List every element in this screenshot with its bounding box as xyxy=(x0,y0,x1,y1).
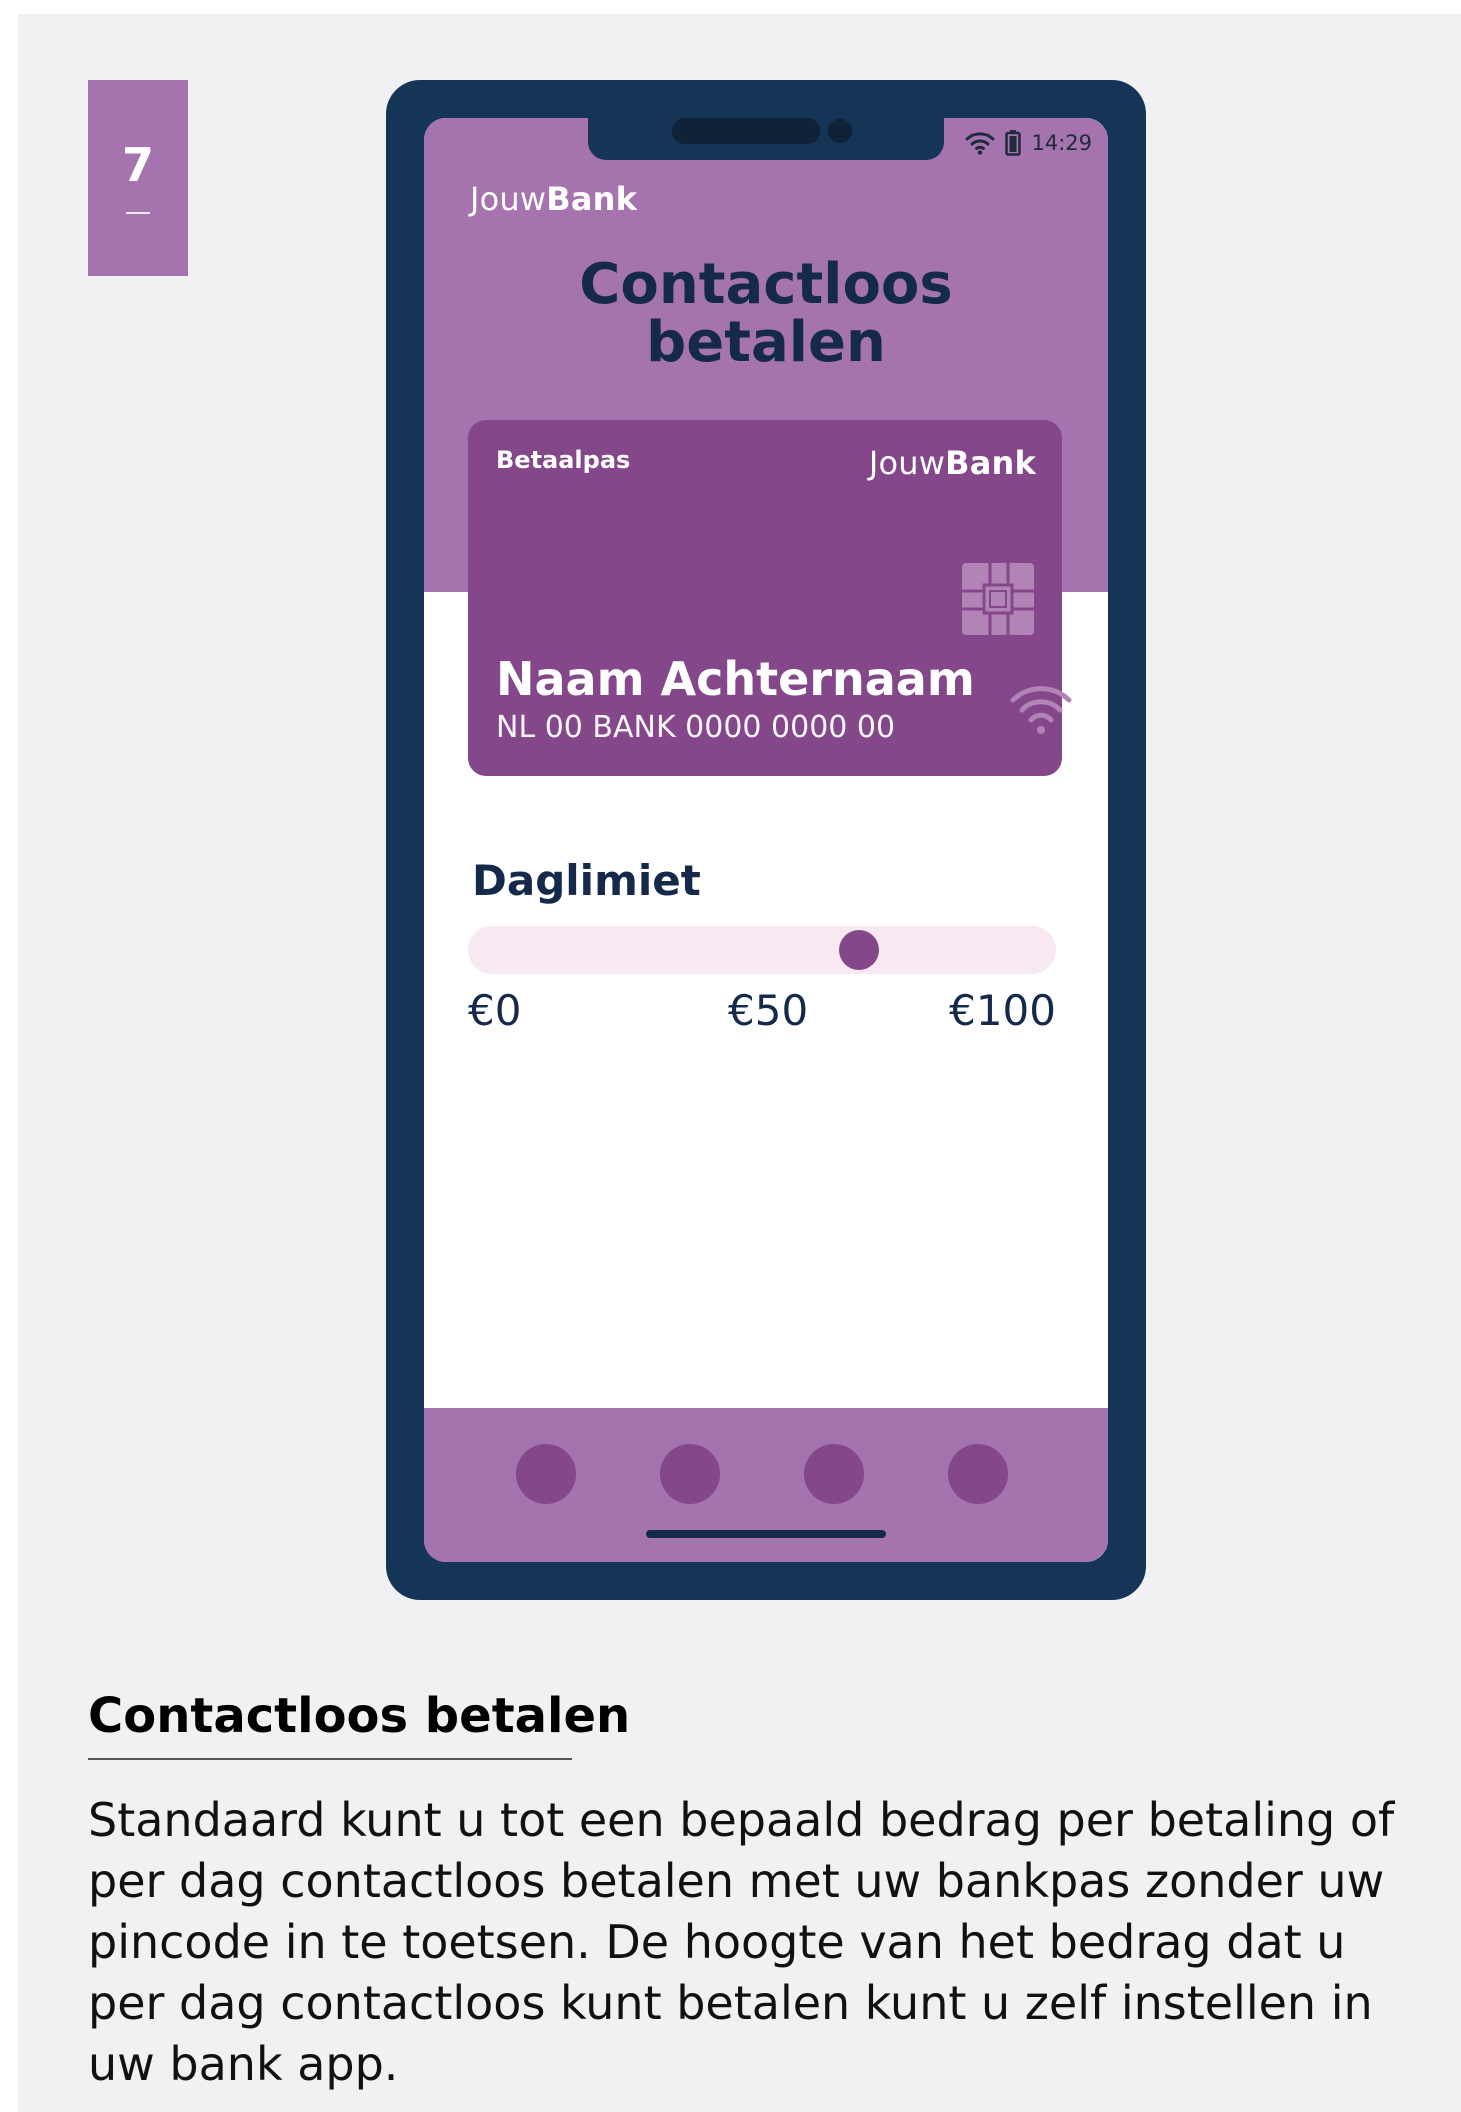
screen-title: Contactloos betalen xyxy=(424,256,1108,372)
speaker-grille xyxy=(672,118,820,144)
page-panel: 7 14:29 JouwBank Contactloos betalen Bet… xyxy=(18,14,1461,2112)
nav-button-3[interactable] xyxy=(804,1444,864,1504)
daily-limit-slider[interactable] xyxy=(468,926,1056,974)
bottom-navigation xyxy=(424,1408,1108,1562)
status-bar: 14:29 xyxy=(965,130,1092,156)
wifi-icon xyxy=(965,132,995,155)
daily-limit-label: Daglimiet xyxy=(472,856,701,905)
screen-title-line1: Contactloos xyxy=(579,252,953,317)
app-brand-logo: JouwBank xyxy=(470,180,637,218)
card-holder-name: Naam Achternaam xyxy=(496,652,975,706)
card-iban: NL 00 BANK 0000 0000 00 xyxy=(496,710,896,745)
phone-screen: 14:29 JouwBank Contactloos betalen Betaa… xyxy=(424,118,1108,1562)
battery-icon xyxy=(1005,130,1022,156)
card-chip-icon xyxy=(962,563,1034,635)
contactless-icon xyxy=(1010,686,1072,734)
nav-button-4[interactable] xyxy=(948,1444,1008,1504)
card-brand-part-jouw: Jouw xyxy=(868,444,946,482)
card-brand-part-bank: Bank xyxy=(945,444,1036,482)
caption-divider xyxy=(88,1758,572,1760)
brand-part-bank: Bank xyxy=(546,180,638,218)
slider-max-label: €100 xyxy=(949,986,1056,1035)
screen-title-line2: betalen xyxy=(646,310,886,375)
step-badge: 7 xyxy=(88,80,188,276)
brand-part-jouw: Jouw xyxy=(470,180,547,218)
phone-notch xyxy=(588,118,944,160)
camera-icon xyxy=(828,119,852,143)
slider-min-label: €0 xyxy=(468,986,522,1035)
slider-thumb[interactable] xyxy=(839,930,880,970)
card-type-label: Betaalpas xyxy=(496,446,631,474)
step-underline xyxy=(126,212,150,214)
caption-title: Contactloos betalen xyxy=(88,1688,631,1744)
phone-mockup: 14:29 JouwBank Contactloos betalen Betaa… xyxy=(386,80,1146,1600)
home-indicator[interactable] xyxy=(646,1530,886,1538)
card-brand-logo: JouwBank xyxy=(869,444,1036,482)
status-time: 14:29 xyxy=(1031,131,1092,155)
debit-card[interactable]: Betaalpas JouwBank Naam Achternaam NL 00… xyxy=(468,420,1072,776)
caption-body: Standaard kunt u tot een bepaald bedrag … xyxy=(88,1793,1395,2091)
nav-button-2[interactable] xyxy=(660,1444,720,1504)
slider-mid-label: €50 xyxy=(728,986,809,1035)
step-number: 7 xyxy=(121,138,154,192)
nav-button-1[interactable] xyxy=(516,1444,576,1504)
